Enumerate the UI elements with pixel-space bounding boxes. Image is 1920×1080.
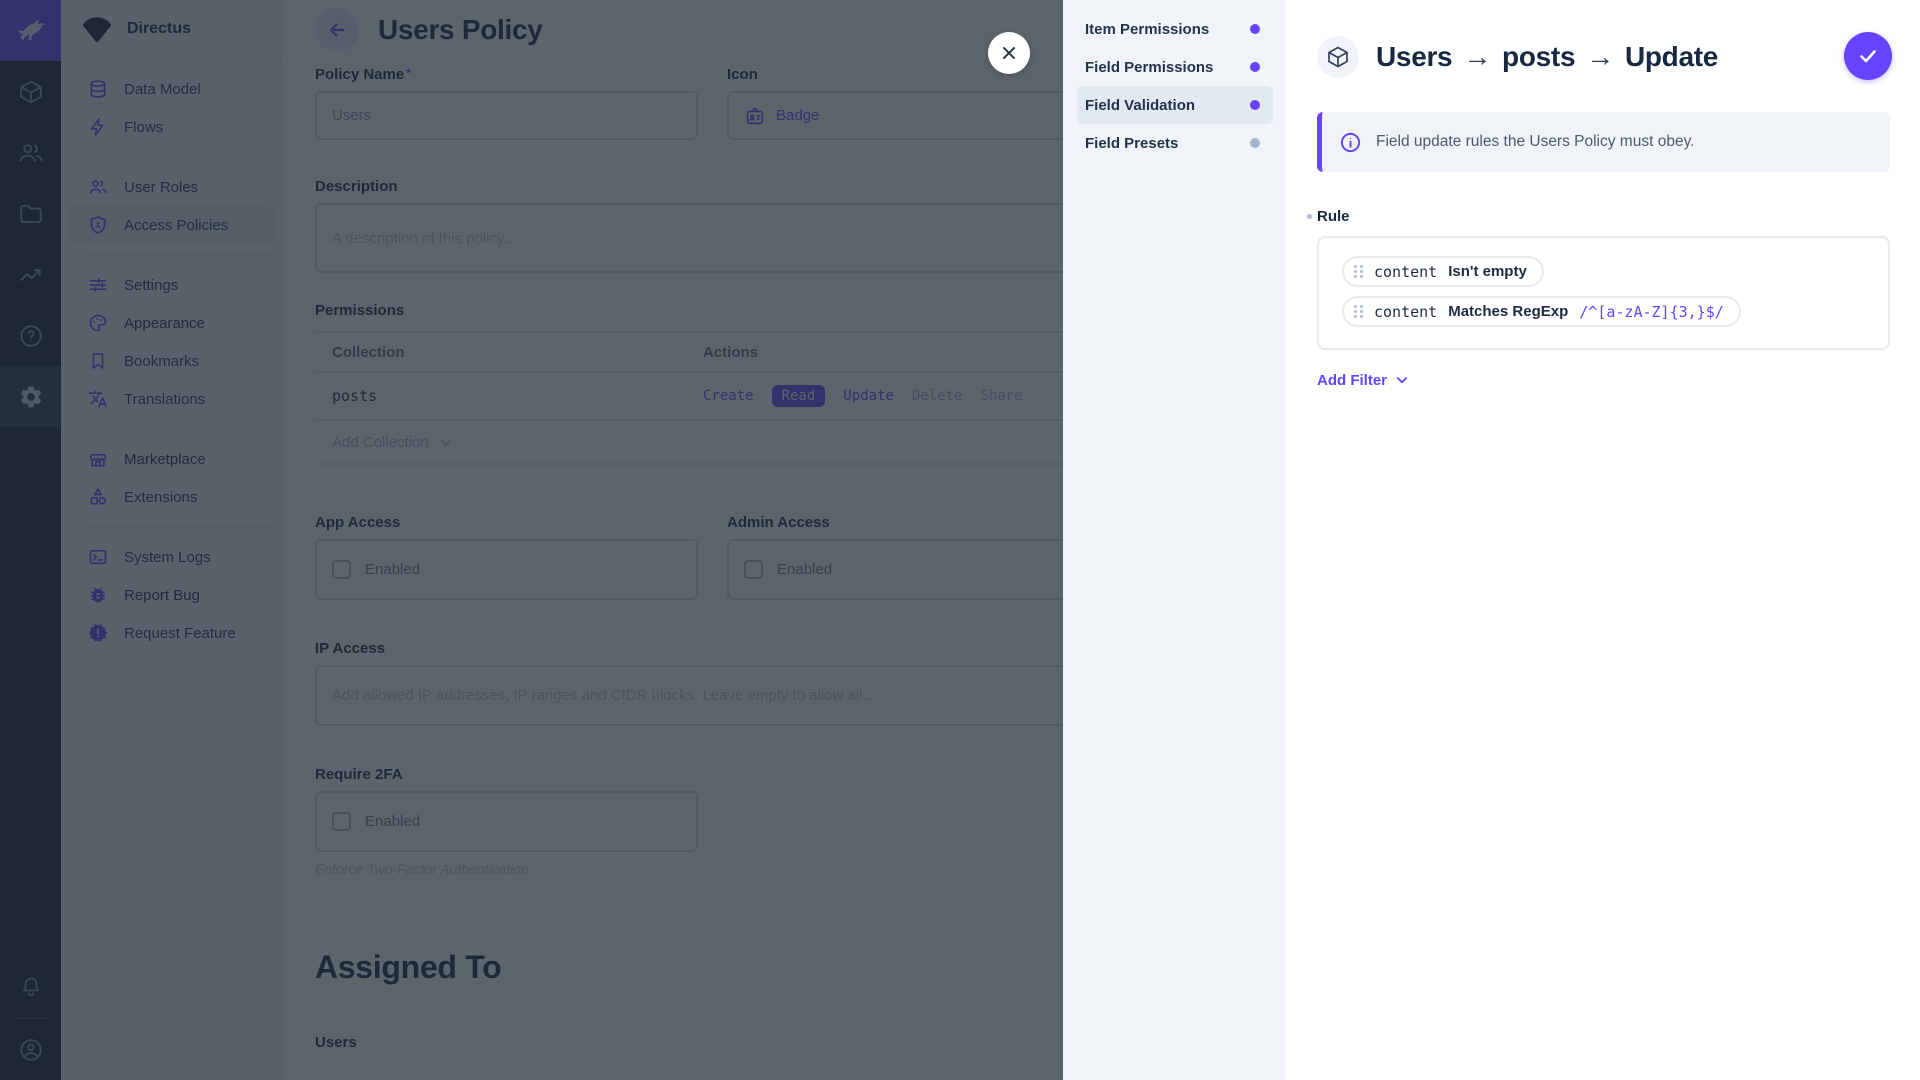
filter-field[interactable]: content (1374, 303, 1437, 321)
arrow-separator: → (1463, 41, 1491, 73)
info-icon (1339, 131, 1362, 154)
check-icon (1856, 44, 1880, 68)
chevron-down-icon (1393, 371, 1411, 389)
filter-row: content Matches RegExp /^[a-zA-Z]{3,}$/ (1342, 296, 1741, 327)
drag-handle-icon[interactable] (1354, 265, 1363, 278)
arrow-separator: → (1586, 41, 1614, 73)
drawer-tab-field-presets[interactable]: Field Presets (1077, 124, 1273, 162)
filter-value[interactable]: /^[a-zA-Z]{3,}$/ (1579, 303, 1724, 321)
status-dot (1250, 24, 1260, 34)
save-button[interactable] (1844, 32, 1892, 80)
filter-operator[interactable]: Matches RegExp (1448, 303, 1568, 320)
drawer-tab-label: Field Permissions (1085, 59, 1213, 76)
status-dot (1250, 62, 1260, 72)
drawer-nav: Item Permissions Field Permissions Field… (1063, 0, 1285, 1080)
drawer-tab-label: Field Validation (1085, 97, 1195, 114)
drawer-tab-label: Field Presets (1085, 135, 1178, 152)
status-dot (1250, 138, 1260, 148)
edited-dot (1307, 214, 1312, 219)
close-icon (999, 43, 1019, 63)
drawer-title: Users → posts → Update (1376, 41, 1718, 73)
info-banner: Field update rules the Users Policy must… (1317, 112, 1890, 172)
drawer-header-avatar (1317, 36, 1359, 78)
drag-handle-icon[interactable] (1354, 305, 1363, 318)
filter-field[interactable]: content (1374, 263, 1437, 281)
filter-row: content Isn't empty (1342, 256, 1544, 287)
permissions-drawer: Item Permissions Field Permissions Field… (1063, 0, 1920, 1080)
drawer-tab-item-permissions[interactable]: Item Permissions (1077, 10, 1273, 48)
add-filter-button[interactable]: Add Filter (1317, 371, 1411, 389)
rule-label: Rule (1317, 208, 1890, 225)
modal-overlay[interactable] (0, 0, 1063, 1080)
drawer-tab-field-permissions[interactable]: Field Permissions (1077, 48, 1273, 86)
drawer-tab-label: Item Permissions (1085, 21, 1209, 38)
rule-filter-box: content Isn't empty content Matches RegE… (1317, 236, 1890, 350)
drawer-main: Users → posts → Update Field update rule… (1285, 0, 1920, 1080)
close-drawer-button[interactable] (988, 32, 1030, 74)
filter-operator[interactable]: Isn't empty (1448, 263, 1527, 280)
cube-icon (1326, 45, 1350, 69)
status-dot (1250, 100, 1260, 110)
drawer-tab-field-validation[interactable]: Field Validation (1077, 86, 1273, 124)
info-banner-text: Field update rules the Users Policy must… (1376, 133, 1694, 151)
